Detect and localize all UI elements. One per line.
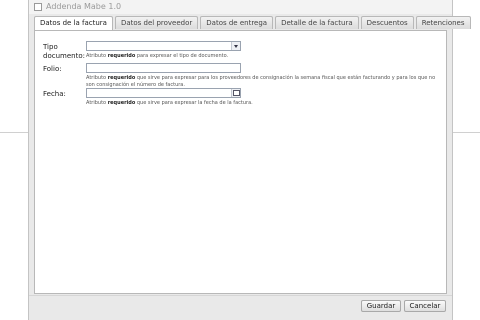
screen: Addenda Mabe 1.0 Datos de la factura Dat… <box>0 0 480 320</box>
background-divider-right <box>453 132 480 133</box>
fecha-label: Fecha: <box>43 90 66 98</box>
tab-bar: Datos de la factura Datos del proveedor … <box>34 16 473 30</box>
tab-datos-de-la-factura[interactable]: Datos de la factura <box>34 16 113 30</box>
dialog-window: Addenda Mabe 1.0 Datos de la factura Dat… <box>28 0 471 320</box>
tab-descuentos[interactable]: Descuentos <box>360 16 414 29</box>
window-icon <box>34 3 42 11</box>
tab-datos-de-entrega[interactable]: Datos de entrega <box>200 16 274 29</box>
folio-label: Folio: <box>43 65 62 73</box>
tab-panel: Tipo documento: Atributo requerido para … <box>34 30 447 294</box>
tab-datos-del-proveedor[interactable]: Datos del proveedor <box>114 16 199 29</box>
folio-input[interactable] <box>86 63 241 73</box>
folio-help: Atributo requerido que sirve para expres… <box>86 75 436 88</box>
tipo-documento-help: Atributo requerido para expresar el tipo… <box>86 53 229 59</box>
cancel-button[interactable]: Cancelar <box>404 300 446 312</box>
fecha-input[interactable] <box>86 88 241 98</box>
tipo-documento-select[interactable] <box>86 41 241 51</box>
chevron-down-icon[interactable] <box>231 42 240 50</box>
tab-detalle-de-la-factura[interactable]: Detalle de la factura <box>275 16 359 29</box>
background-divider-left <box>0 132 28 133</box>
footer-divider <box>29 295 452 296</box>
calendar-icon[interactable] <box>231 89 240 97</box>
fecha-help: Atributo requerido que sirve para expres… <box>86 100 253 106</box>
save-button[interactable]: Guardar <box>361 300 401 312</box>
tipo-documento-label: Tipo documento: <box>43 43 85 60</box>
tab-retenciones[interactable]: Retenciones <box>415 16 471 29</box>
window-title: Addenda Mabe 1.0 <box>46 2 122 11</box>
title-bar[interactable]: Addenda Mabe 1.0 <box>29 0 452 14</box>
